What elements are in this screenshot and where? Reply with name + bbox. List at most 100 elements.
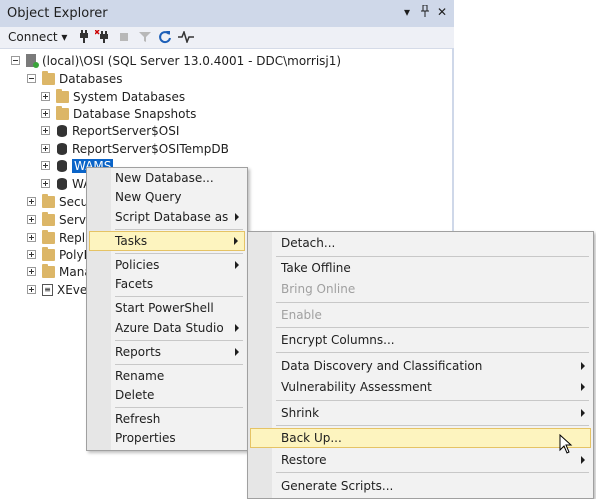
menu-separator [115, 340, 243, 341]
menu-item-label: Start PowerShell [115, 301, 214, 315]
menu-item-start-powershell[interactable]: Start PowerShell [89, 298, 245, 318]
menu-item-enable[interactable]: Enable [250, 305, 591, 325]
menu-item-vulnerability-assessment[interactable]: Vulnerability Assessment [250, 377, 591, 397]
menu-item-label: Delete [115, 388, 155, 402]
menu-item-label: Script Database as [115, 210, 229, 224]
tree-node-label: ReportServer$OSI [72, 123, 180, 138]
connect-button[interactable]: Connect ▾ [8, 30, 67, 44]
refresh-icon[interactable] [157, 29, 173, 45]
menu-item-refresh[interactable]: Refresh [89, 409, 245, 429]
pin-icon[interactable] [420, 4, 430, 20]
tree-node-server[interactable]: (local)\OSI (SQL Server 13.0.4001 - DDC\… [11, 52, 341, 69]
stop-icon[interactable] [116, 29, 132, 45]
submenu-arrow-icon [235, 324, 239, 332]
database-icon [57, 124, 67, 137]
folder-icon [42, 229, 55, 244]
menu-item-label: Encrypt Columns... [281, 333, 395, 347]
menu-item-label: New Database... [115, 171, 214, 185]
tree-node-label: System Databases [73, 89, 186, 104]
menu-item-restore[interactable]: Restore [250, 450, 591, 470]
expand-icon[interactable] [41, 144, 50, 153]
expand-icon[interactable] [41, 92, 50, 101]
menu-item-new-query[interactable]: New Query [89, 187, 245, 207]
expand-icon[interactable] [41, 109, 50, 118]
tree-node-replication[interactable]: Replic [27, 229, 95, 246]
tree-node-db-wa[interactable]: WA [41, 175, 91, 192]
menu-item-label: Bring Online [281, 282, 356, 296]
menu-separator [115, 364, 243, 365]
submenu-arrow-icon [235, 261, 239, 269]
menu-item-tasks[interactable]: Tasks [89, 231, 245, 251]
menu-separator [276, 400, 589, 401]
panel-title: Object Explorer [7, 6, 108, 21]
menu-item-detach[interactable]: Detach... [250, 233, 591, 253]
menu-separator [115, 229, 243, 230]
menu-item-label: Shrink [281, 406, 320, 420]
menu-item-label: Vulnerability Assessment [281, 380, 432, 394]
title-bar: Object Explorer ▾ ✕ [0, 0, 454, 27]
collapse-icon[interactable] [11, 56, 20, 65]
menu-item-generate-scripts[interactable]: Generate Scripts... [250, 476, 591, 496]
menu-separator [276, 352, 589, 353]
menu-separator [115, 407, 243, 408]
submenu-arrow-icon [581, 362, 585, 370]
menu-item-new-database[interactable]: New Database... [89, 168, 245, 188]
tree-node-databases[interactable]: Databases [27, 70, 123, 87]
window-position-dropdown-icon[interactable]: ▾ [404, 5, 410, 19]
close-icon[interactable]: ✕ [437, 5, 447, 19]
connect-icon[interactable] [76, 29, 92, 45]
menu-item-label: Detach... [281, 236, 336, 250]
tree-node-db-reportserver[interactable]: ReportServer$OSI [41, 122, 179, 139]
submenu-arrow-icon [581, 409, 585, 417]
menu-item-rename[interactable]: Rename [89, 366, 245, 386]
tasks-submenu: Detach... Take Offline Bring Online Enab… [247, 231, 594, 499]
collapse-icon[interactable] [27, 74, 36, 83]
menu-item-shrink[interactable]: Shrink [250, 403, 591, 423]
menu-item-properties[interactable]: Properties [89, 428, 245, 448]
expand-icon[interactable] [27, 250, 36, 259]
submenu-arrow-icon [235, 213, 239, 221]
expand-icon[interactable] [27, 233, 36, 242]
disconnect-icon[interactable] [95, 29, 111, 45]
menu-item-policies[interactable]: Policies [89, 255, 245, 275]
menu-item-bring-online[interactable]: Bring Online [250, 279, 591, 299]
menu-item-take-offline[interactable]: Take Offline [250, 258, 591, 278]
menu-item-label: Data Discovery and Classification [281, 359, 483, 373]
menu-item-data-discovery[interactable]: Data Discovery and Classification [250, 356, 591, 376]
activity-monitor-icon[interactable] [178, 29, 194, 45]
database-context-menu: New Database... New Query Script Databas… [86, 167, 248, 451]
expand-icon[interactable] [41, 126, 50, 135]
menu-item-label: Reports [115, 345, 162, 359]
tree-node-polybase[interactable]: PolyB [27, 246, 92, 263]
expand-icon[interactable] [41, 161, 50, 170]
menu-item-azure-data-studio[interactable]: Azure Data Studio [89, 318, 245, 338]
database-icon [57, 159, 67, 172]
tree-node-system-databases[interactable]: System Databases [41, 88, 185, 105]
expand-icon[interactable] [27, 267, 36, 276]
menu-item-reports[interactable]: Reports [89, 342, 245, 362]
expand-icon[interactable] [27, 285, 36, 294]
tree-node-security[interactable]: Secur [27, 193, 93, 210]
menu-item-delete[interactable]: Delete [89, 385, 245, 405]
tree-node-xevent[interactable]: ≡ XEver [27, 281, 92, 298]
menu-item-label: Generate Scripts... [281, 479, 394, 493]
expand-icon[interactable] [27, 215, 36, 224]
menu-item-label: Properties [115, 431, 176, 445]
tree-node-management[interactable]: Mana [27, 263, 92, 280]
tree-node-database-snapshots[interactable]: Database Snapshots [41, 105, 196, 122]
database-icon [57, 177, 67, 190]
expand-icon[interactable] [27, 197, 36, 206]
tree-node-db-reportserver-tempdb[interactable]: ReportServer$OSITempDB [41, 140, 229, 157]
filter-icon[interactable] [137, 29, 153, 45]
menu-item-label: Back Up... [281, 431, 342, 445]
menu-item-label: Policies [115, 258, 160, 272]
menu-item-script-database-as[interactable]: Script Database as [89, 207, 245, 227]
menu-item-encrypt-columns[interactable]: Encrypt Columns... [250, 330, 591, 350]
folder-icon [42, 211, 55, 226]
menu-item-back-up[interactable]: Back Up... [250, 428, 591, 448]
menu-item-facets[interactable]: Facets [89, 274, 245, 294]
expand-icon[interactable] [41, 179, 50, 188]
submenu-arrow-icon [234, 237, 238, 245]
tree-node-server-objects[interactable]: Serve [27, 211, 93, 228]
menu-item-label: Take Offline [281, 261, 351, 275]
